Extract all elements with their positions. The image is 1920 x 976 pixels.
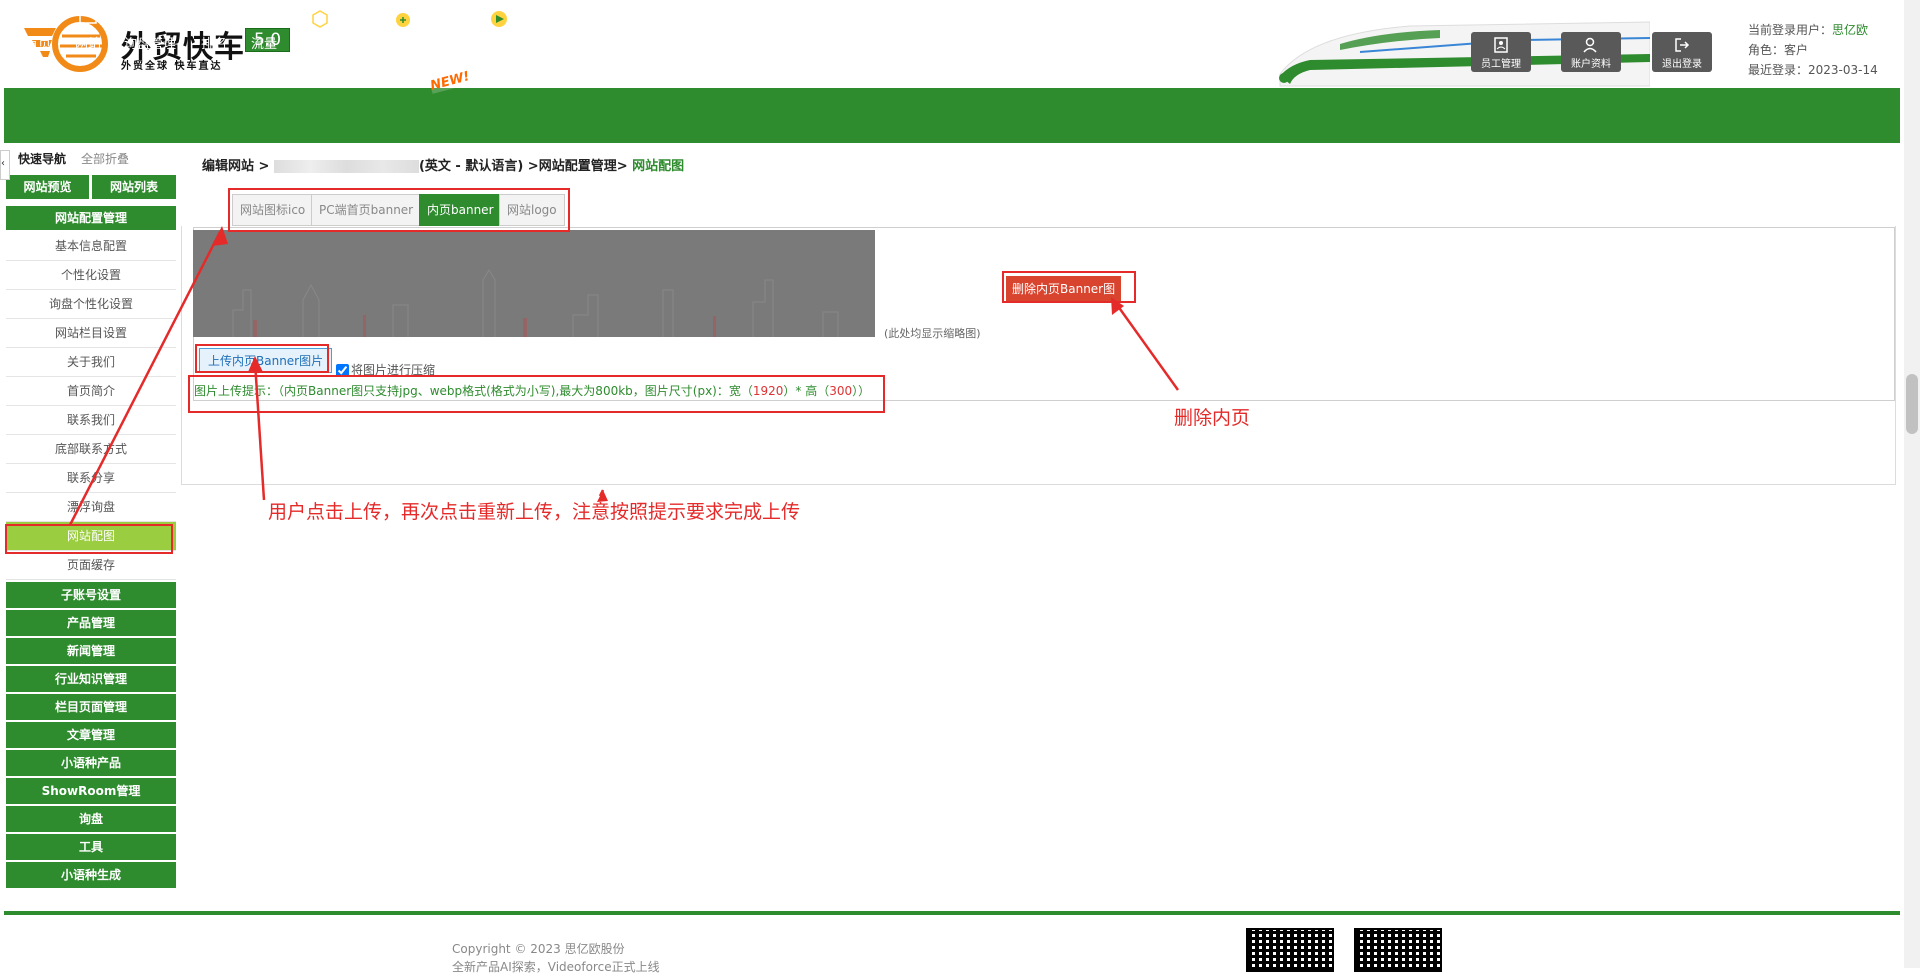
- copyright: Copyright © 2023 思亿欧股份: [452, 942, 625, 956]
- annotation-delete-note: 删除内页: [1174, 407, 1251, 429]
- qr-code-image: [1246, 928, 1334, 972]
- footer-text: Copyright © 2023 思亿欧股份 全新产品AI探索，Videofor…: [452, 940, 660, 976]
- footer-line2: 全新产品AI探索，Videoforce正式上线: [452, 960, 660, 974]
- footer-divider: [4, 911, 1900, 915]
- annotation-arrows: [68, 226, 1180, 526]
- scrollbar-thumb[interactable]: [1906, 374, 1918, 434]
- scrollbar-track[interactable]: [1904, 0, 1920, 968]
- annotation-upload-note: 用户点击上传，再次点击重新上传，注意按照提示要求完成上传: [268, 501, 801, 523]
- qr-code-image: [1354, 928, 1442, 972]
